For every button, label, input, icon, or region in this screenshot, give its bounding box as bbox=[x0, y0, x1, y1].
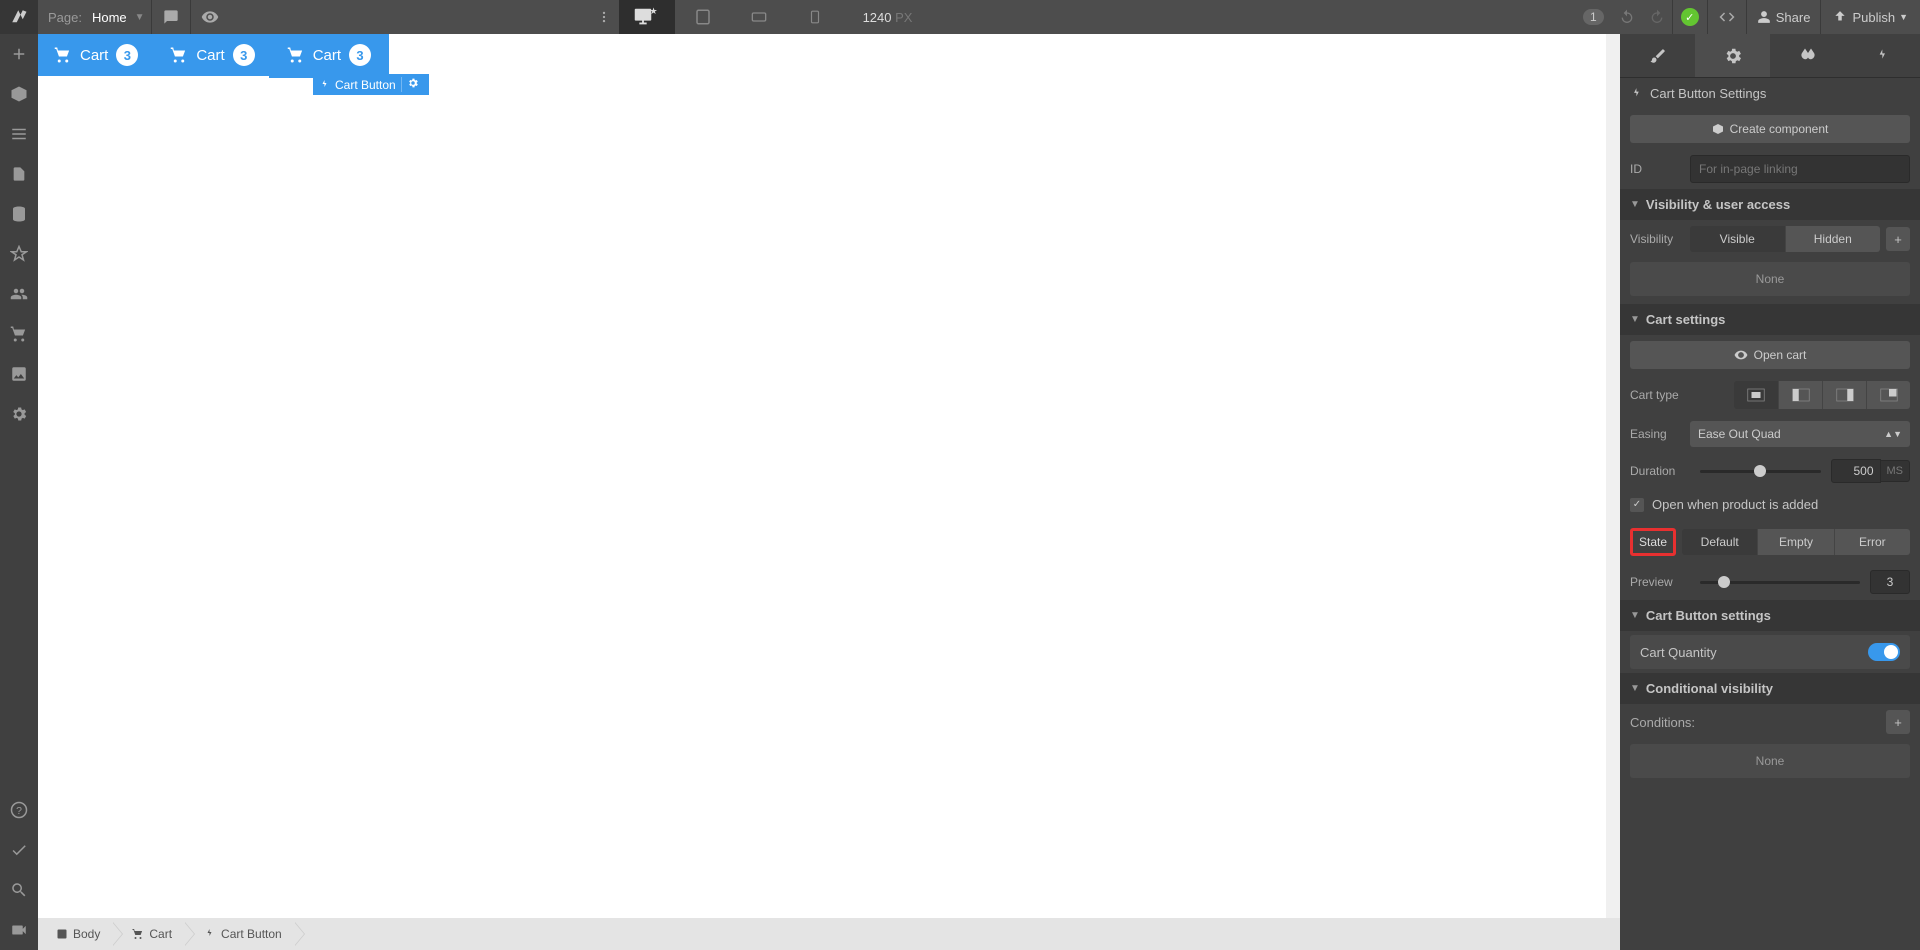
device-tablet[interactable] bbox=[675, 0, 731, 34]
assets-icon[interactable] bbox=[0, 354, 38, 394]
cart-button-selected[interactable]: Cart 3 bbox=[271, 34, 387, 76]
cart-button-instance[interactable]: Cart 3 bbox=[154, 34, 270, 76]
device-mobile[interactable] bbox=[787, 0, 843, 34]
redo-icon[interactable] bbox=[1642, 0, 1672, 34]
settings-nav-icon[interactable] bbox=[0, 394, 38, 434]
crumb-body[interactable]: Body bbox=[38, 918, 114, 950]
pages-icon[interactable] bbox=[0, 154, 38, 194]
easing-select[interactable]: Ease Out Quad▲▼ bbox=[1690, 421, 1910, 447]
cart-type-label: Cart type bbox=[1630, 388, 1680, 402]
visibility-hidden[interactable]: Hidden bbox=[1785, 226, 1881, 252]
crumb-cart[interactable]: Cart bbox=[114, 918, 186, 950]
symbols-icon[interactable] bbox=[0, 74, 38, 114]
tab-style-icon[interactable] bbox=[1620, 34, 1695, 77]
page-label: Page: bbox=[38, 10, 92, 25]
audit-icon[interactable] bbox=[0, 830, 38, 870]
webflow-logo[interactable] bbox=[0, 0, 38, 34]
status-ok-icon[interactable]: ✓ bbox=[1681, 8, 1699, 26]
publish-button[interactable]: Publish ▼ bbox=[1821, 0, 1920, 34]
viewport-size: 1240 PX bbox=[843, 10, 933, 25]
state-default[interactable]: Default bbox=[1682, 529, 1757, 555]
cart-button-instance[interactable]: Cart 3 bbox=[38, 34, 154, 76]
video-icon[interactable] bbox=[0, 910, 38, 950]
cart-count-badge: 3 bbox=[349, 44, 371, 66]
dropdown-icon: ▼ bbox=[135, 12, 145, 23]
panel-title: Cart Button Settings bbox=[1620, 78, 1920, 109]
canvas-scrollbar[interactable] bbox=[1606, 34, 1620, 918]
cart-type-modal[interactable] bbox=[1734, 381, 1778, 409]
duration-label: Duration bbox=[1630, 464, 1690, 478]
users-icon[interactable] bbox=[0, 274, 38, 314]
cms-icon[interactable] bbox=[0, 194, 38, 234]
breadcrumb: Body Cart Cart Button bbox=[38, 918, 1620, 950]
conditions-label: Conditions: bbox=[1630, 715, 1880, 730]
cart-count-badge: 3 bbox=[233, 44, 255, 66]
help-icon[interactable]: ? bbox=[0, 790, 38, 830]
navigator-icon[interactable] bbox=[0, 114, 38, 154]
device-desktop[interactable]: ★ bbox=[619, 0, 675, 34]
conditions-add-icon[interactable]: + bbox=[1886, 710, 1910, 734]
visibility-section-header[interactable]: ▼Visibility & user access bbox=[1620, 189, 1920, 220]
open-cart-button[interactable]: Open cart bbox=[1630, 341, 1910, 369]
cart-type-left[interactable] bbox=[1778, 381, 1822, 409]
cart-type-right[interactable] bbox=[1822, 381, 1866, 409]
cart-count-badge: 3 bbox=[116, 44, 138, 66]
cart-quantity-label: Cart Quantity bbox=[1640, 645, 1717, 660]
duration-unit: MS bbox=[1881, 460, 1911, 482]
preview-input[interactable] bbox=[1870, 570, 1910, 594]
top-bar: Page: Home ▼ ★ 1240 PX 1 bbox=[0, 0, 1920, 34]
device-tablet-landscape[interactable] bbox=[731, 0, 787, 34]
create-component-button[interactable]: Create component bbox=[1630, 115, 1910, 143]
undo-icon[interactable] bbox=[1612, 0, 1642, 34]
tab-style-manager-icon[interactable] bbox=[1770, 34, 1845, 77]
visibility-visible[interactable]: Visible bbox=[1690, 226, 1785, 252]
right-panel: Cart Button Settings Create component ID… bbox=[1620, 34, 1920, 950]
page-name[interactable]: Home bbox=[92, 10, 127, 25]
conditions-none: None bbox=[1630, 744, 1910, 778]
cart-type-dropdown[interactable] bbox=[1866, 381, 1910, 409]
canvas[interactable]: Cart 3 Cart 3 Cart 3 Cart Button bbox=[38, 34, 1620, 918]
visibility-none: None bbox=[1630, 262, 1910, 296]
selection-gear-icon[interactable] bbox=[401, 77, 423, 92]
easing-label: Easing bbox=[1630, 427, 1690, 441]
duration-slider[interactable] bbox=[1700, 470, 1821, 473]
preview-icon[interactable] bbox=[191, 0, 229, 34]
visibility-label: Visibility bbox=[1630, 232, 1690, 246]
cart-quantity-toggle[interactable] bbox=[1868, 643, 1900, 661]
tab-interactions-icon[interactable] bbox=[1845, 34, 1920, 77]
duration-input[interactable] bbox=[1831, 459, 1881, 483]
ecommerce-icon[interactable] bbox=[0, 234, 38, 274]
state-label: State bbox=[1630, 528, 1676, 556]
comments-icon[interactable] bbox=[152, 0, 190, 34]
left-toolbar: ? bbox=[0, 34, 38, 950]
crumb-cart-button[interactable]: Cart Button bbox=[186, 918, 296, 950]
code-icon[interactable] bbox=[1708, 0, 1746, 34]
selection-label[interactable]: Cart Button bbox=[313, 74, 429, 95]
search-icon[interactable] bbox=[0, 870, 38, 910]
changes-count[interactable]: 1 bbox=[1583, 9, 1604, 25]
conditional-visibility-header[interactable]: ▼Conditional visibility bbox=[1620, 673, 1920, 704]
share-button[interactable]: Share bbox=[1747, 0, 1821, 34]
preview-slider[interactable] bbox=[1700, 581, 1860, 584]
tab-settings-icon[interactable] bbox=[1695, 34, 1770, 77]
preview-label: Preview bbox=[1630, 575, 1690, 589]
state-empty[interactable]: Empty bbox=[1757, 529, 1833, 555]
cart-nav-icon[interactable] bbox=[0, 314, 38, 354]
add-element-icon[interactable] bbox=[0, 34, 38, 74]
cart-settings-header[interactable]: ▼Cart settings bbox=[1620, 304, 1920, 335]
id-input[interactable] bbox=[1690, 155, 1910, 183]
cart-button-settings-header[interactable]: ▼Cart Button settings bbox=[1620, 600, 1920, 631]
open-when-added-checkbox[interactable]: ✓Open when product is added bbox=[1620, 489, 1920, 520]
svg-text:?: ? bbox=[16, 805, 22, 817]
id-label: ID bbox=[1630, 162, 1690, 176]
more-icon[interactable] bbox=[589, 0, 619, 34]
visibility-add-icon[interactable]: + bbox=[1886, 227, 1910, 251]
state-error[interactable]: Error bbox=[1834, 529, 1910, 555]
